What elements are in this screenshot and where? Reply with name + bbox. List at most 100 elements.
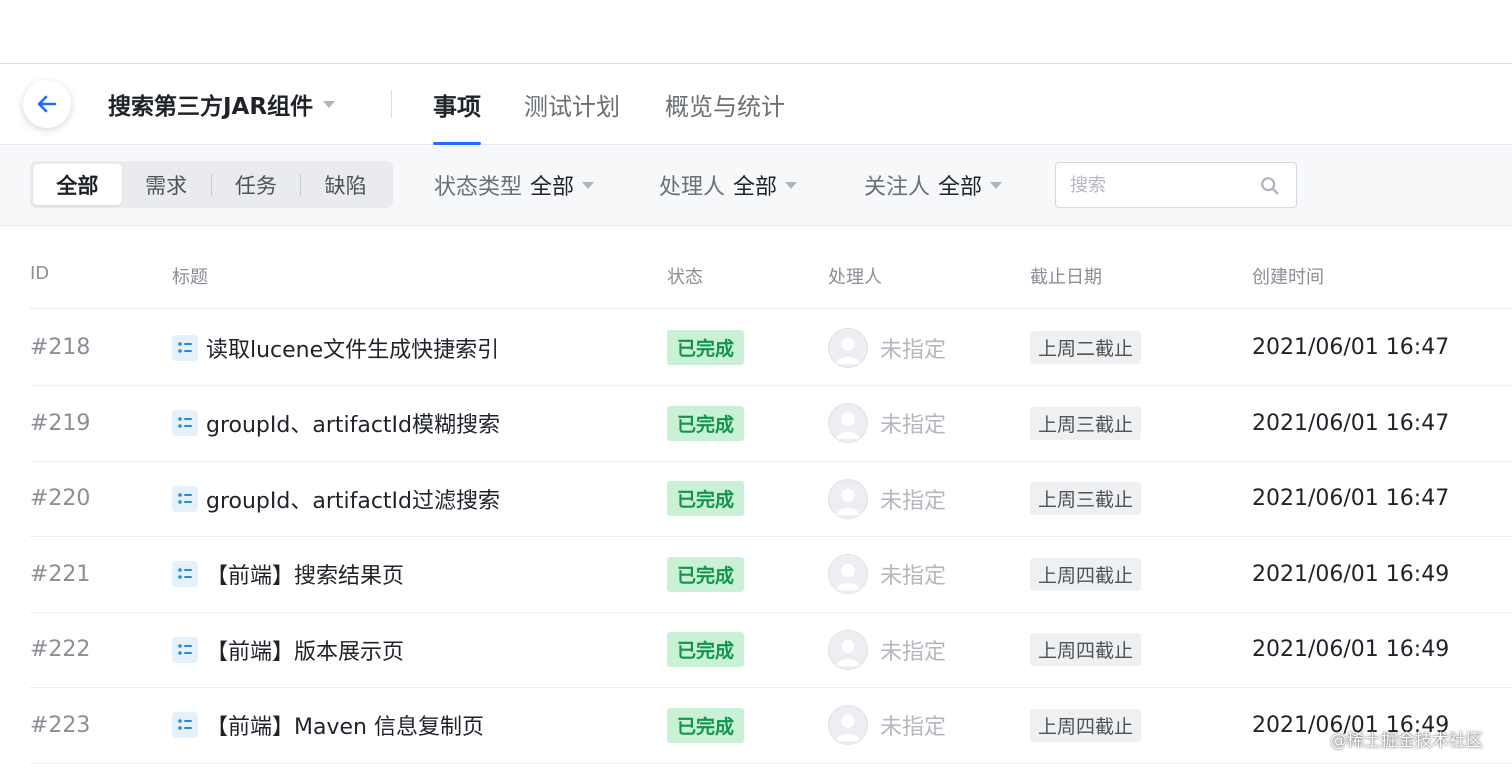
table-row[interactable]: #220 groupId、artifactId过滤搜索 已完成 未指定 上周三截止 202… [30, 461, 1512, 537]
issue-id: #221 [30, 561, 91, 587]
issue-title[interactable]: 【前端】版本展示页 [206, 634, 404, 666]
tab-overview-stats[interactable]: 概览与统计 [665, 87, 785, 145]
avatar-placeholder-icon [828, 554, 868, 594]
task-list-icon [172, 561, 198, 587]
table-row[interactable]: #218 读取lucene文件生成快捷索引 已完成 未指定 上周二截止 2021/06/0… [30, 310, 1512, 386]
status-badge[interactable]: 已完成 [667, 707, 745, 743]
assignee-cell[interactable]: 未指定 [828, 310, 946, 385]
issue-id: #222 [30, 637, 91, 662]
due-date-badge: 上周四截止 [1030, 557, 1142, 591]
filter-label: 处理人 [659, 175, 726, 200]
segment-all[interactable]: 全部 [33, 164, 122, 205]
assignee-name: 未指定 [880, 564, 947, 589]
header-divider [391, 90, 392, 118]
search-icon[interactable] [1259, 175, 1281, 197]
assignee-name: 未指定 [880, 337, 947, 363]
assignee-cell[interactable]: 未指定 [828, 612, 946, 687]
caret-down-icon [323, 100, 336, 108]
status-badge[interactable]: 已完成 [667, 330, 745, 365]
tab-issues[interactable]: 事项 [433, 87, 481, 145]
segment-defect[interactable]: 缺陷 [301, 164, 390, 205]
assignee-cell[interactable]: 未指定 [828, 537, 946, 612]
assignee-name: 未指定 [880, 413, 947, 438]
arrow-left-icon [37, 95, 57, 113]
status-cell: 已完成 [667, 537, 745, 612]
assignee-cell[interactable]: 未指定 [828, 688, 946, 763]
due-date-cell[interactable]: 上周四截止 [1030, 537, 1142, 612]
issue-type-segmented-control: 全部 需求 任务 缺陷 [30, 161, 393, 208]
status-type-filter[interactable]: 状态类型 全部 [434, 170, 595, 200]
column-header-due-date[interactable]: 截止日期 [1030, 263, 1102, 289]
issue-id: #219 [30, 410, 91, 436]
table-row[interactable]: #223 【前端】Maven 信息复制页 已完成 未指定 上周四截止 2021/06/01… [30, 688, 1512, 764]
column-header-title[interactable]: 标题 [172, 263, 208, 289]
status-badge[interactable]: 已完成 [667, 632, 745, 667]
project-selector[interactable]: 搜索第三方JAR组件 [108, 87, 336, 121]
avatar-placeholder-icon [828, 403, 868, 443]
watermark-text: @稀土掘金技术社区 [1330, 731, 1483, 751]
table-row[interactable]: #219 groupId、artifactId模糊搜索 已完成 未指定 上周三截止 202… [30, 386, 1512, 462]
task-list-icon [172, 712, 198, 738]
filter-value: 全部 [530, 175, 575, 200]
issue-title-cell[interactable]: 【前端】版本展示页 [172, 612, 404, 687]
due-date-cell[interactable]: 上周二截止 [1030, 310, 1142, 385]
avatar-placeholder-icon [828, 705, 868, 745]
assignee-name: 未指定 [880, 488, 947, 514]
task-list-icon [172, 334, 198, 361]
issue-title[interactable]: 读取lucene文件生成快捷索引 [206, 332, 499, 364]
tab-test-plan[interactable]: 测试计划 [524, 87, 620, 145]
issue-title-cell[interactable]: groupId、artifactId模糊搜索 [172, 386, 500, 461]
due-date-cell[interactable]: 上周四截止 [1030, 688, 1142, 763]
status-badge[interactable]: 已完成 [667, 405, 745, 441]
created-time: 2021/06/01 16:47 [1252, 410, 1450, 436]
issue-title[interactable]: groupId、artifactId模糊搜索 [206, 407, 500, 439]
filter-value: 全部 [733, 175, 778, 200]
issue-id: #220 [30, 486, 91, 511]
column-header-id[interactable]: ID [30, 263, 49, 284]
table-row[interactable]: #222 【前端】版本展示页 已完成 未指定 上周四截止 2021/06/01 16:49 [30, 612, 1512, 688]
task-list-icon [172, 485, 198, 512]
back-button[interactable] [23, 80, 71, 128]
due-date-cell[interactable]: 上周三截止 [1030, 461, 1142, 536]
status-cell: 已完成 [667, 461, 745, 536]
caret-down-icon [785, 181, 798, 189]
filter-bar: 全部 需求 任务 缺陷 状态类型 全部 处理人 全部 关注人 全部 [0, 146, 1512, 226]
filter-label: 状态类型 [434, 175, 523, 200]
due-date-badge: 上周三截止 [1030, 482, 1142, 515]
assignee-name: 未指定 [880, 715, 947, 740]
assignee-filter[interactable]: 处理人 全部 [659, 170, 798, 200]
task-list-icon [172, 410, 198, 436]
due-date-badge: 上周三截止 [1030, 406, 1142, 440]
created-time: 2021/06/01 16:49 [1252, 637, 1450, 662]
column-header-created-time[interactable]: 创建时间 [1252, 263, 1324, 289]
filter-label: 关注人 [864, 175, 931, 200]
issue-title[interactable]: 【前端】搜索结果页 [206, 558, 404, 590]
project-name: 搜索第三方JAR组件 [108, 94, 314, 120]
project-header: 搜索第三方JAR组件 事项 测试计划 概览与统计 [0, 65, 1512, 145]
table-header: ID 标题 状态 处理人 截止日期 创建时间 [30, 243, 1512, 309]
table-row[interactable]: #221 【前端】搜索结果页 已完成 未指定 上周四截止 2021/06/01 16:49 [30, 537, 1512, 613]
segment-requirement[interactable]: 需求 [122, 164, 211, 205]
follower-filter[interactable]: 关注人 全部 [864, 170, 1003, 200]
status-badge[interactable]: 已完成 [667, 556, 745, 592]
issue-title[interactable]: groupId、artifactId过滤搜索 [206, 483, 500, 515]
issue-title-cell[interactable]: 【前端】搜索结果页 [172, 537, 404, 612]
due-date-cell[interactable]: 上周三截止 [1030, 386, 1142, 461]
issue-title-cell[interactable]: 【前端】Maven 信息复制页 [172, 688, 484, 763]
issue-title-cell[interactable]: 读取lucene文件生成快捷索引 [172, 310, 499, 385]
created-time: 2021/06/01 16:47 [1252, 335, 1450, 360]
issue-title-cell[interactable]: groupId、artifactId过滤搜索 [172, 461, 500, 536]
segment-task[interactable]: 任务 [212, 164, 301, 205]
assignee-cell[interactable]: 未指定 [828, 386, 946, 461]
issue-title[interactable]: 【前端】Maven 信息复制页 [206, 709, 484, 741]
created-time: 2021/06/01 16:49 [1252, 561, 1450, 587]
assignee-cell[interactable]: 未指定 [828, 461, 946, 536]
caret-down-icon [582, 181, 595, 189]
column-header-assignee[interactable]: 处理人 [828, 263, 882, 289]
due-date-cell[interactable]: 上周四截止 [1030, 612, 1142, 687]
assignee-name: 未指定 [880, 639, 947, 665]
status-badge[interactable]: 已完成 [667, 481, 745, 516]
due-date-badge: 上周二截止 [1030, 331, 1142, 364]
status-cell: 已完成 [667, 310, 745, 385]
column-header-status[interactable]: 状态 [667, 263, 703, 289]
